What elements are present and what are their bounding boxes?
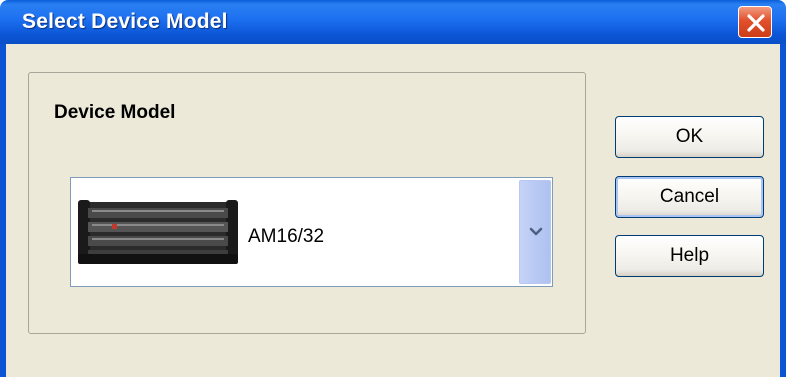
help-button[interactable]: Help: [615, 235, 764, 277]
am16-32-multiplexer-image: [78, 200, 238, 264]
cancel-button[interactable]: Cancel: [615, 176, 764, 218]
close-button[interactable]: [738, 6, 772, 38]
dropdown-button[interactable]: [519, 180, 551, 284]
combo-selected-value: AM16/32: [248, 226, 325, 247]
title-bar[interactable]: Select Device Model: [0, 0, 786, 44]
dialog-title: Select Device Model: [22, 10, 228, 33]
close-icon: [747, 14, 765, 32]
ok-button[interactable]: OK: [615, 116, 764, 158]
chevron-down-icon: [529, 227, 543, 236]
group-label: Device Model: [50, 102, 180, 124]
select-device-model-dialog: Select Device Model Device Model AM16/32: [0, 0, 786, 377]
